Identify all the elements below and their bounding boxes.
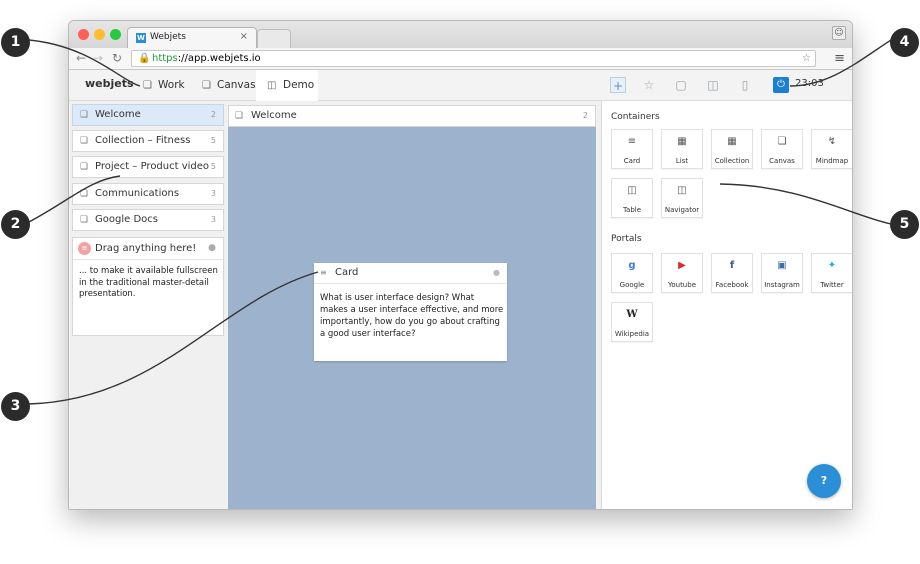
callout-badge-2: 2 (1, 210, 30, 239)
callout-badge-5: 5 (890, 210, 919, 239)
callout-badge-4: 4 (890, 28, 919, 57)
callout-line-4 (789, 39, 892, 87)
callout-lines (28, 39, 892, 405)
callout-badge-1: 1 (1, 28, 30, 57)
callout-badge-3: 3 (1, 392, 30, 421)
callout-line-3 (28, 271, 319, 405)
callout-line-5 (719, 183, 892, 225)
callout-line-2 (28, 175, 121, 223)
callout-line-1 (28, 39, 141, 87)
